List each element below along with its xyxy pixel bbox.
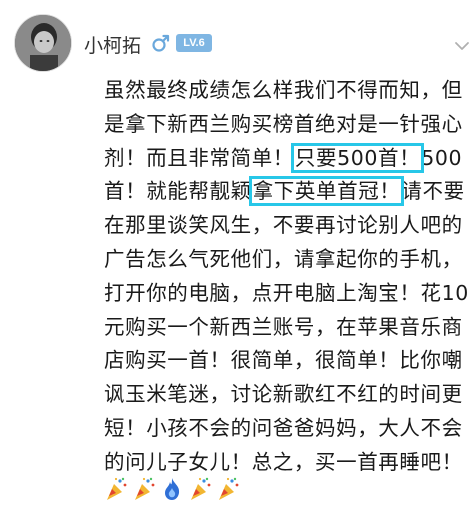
text-line: 虽然最终成绩怎么样我们不得而知，但 (104, 78, 463, 102)
highlighted-text: 拿下英单首冠！ (248, 176, 405, 207)
male-gender-icon (152, 34, 170, 52)
text-line: 广告怎么气死他们，请拿起你的手机， (104, 246, 463, 271)
highlighted-text: 只要500首！ (290, 142, 425, 173)
text-line: 首！就能帮靓颖拿下英单首冠！请不要 (104, 176, 465, 207)
avatar[interactable] (14, 14, 72, 72)
weibo-post: 小柯拓 LV.6 虽然最终成绩怎么样我们不得而知，但 是拿下新西兰购买榜首绝对是… (0, 0, 474, 516)
user-name[interactable]: 小柯拓 (84, 31, 141, 58)
text-line: 是拿下新西兰购买榜首绝对是一针强心 (104, 111, 463, 136)
party-popper-icon (219, 477, 239, 500)
text-line: 店购买一首！很简单，很简单！比你嘲 (104, 348, 463, 373)
text-line: 短！小孩不会的问爸爸妈妈，大人不会 (104, 415, 463, 440)
flame-icon (165, 478, 180, 500)
party-popper-icon (107, 477, 127, 500)
post-text: 虽然最终成绩怎么样我们不得而知，但 是拿下新西兰购买榜首绝对是一针强心 剂！而且… (104, 74, 469, 480)
party-popper-icon (191, 477, 211, 500)
text-line: 打开你的电脑，点开电脑上淘宝！花10 (104, 280, 469, 305)
text-line: 的问儿子女儿！总之，买一首再睡吧！ (104, 449, 463, 474)
text-line: 在那里谈笑风生，不要再讨论别人吧的 (104, 213, 463, 238)
chevron-down-icon[interactable] (454, 40, 470, 52)
text-line: 讽玉米笔迷，讨论新歌红不红的时间更 (104, 382, 463, 407)
text-line: 剂！而且非常简单！只要500首！500 (104, 142, 463, 173)
party-popper-icon (135, 477, 155, 500)
level-badge: LV.6 (176, 34, 212, 52)
emoji-row (104, 476, 304, 504)
text-line: 元购买一个新西兰账号，在苹果音乐商 (104, 314, 463, 339)
